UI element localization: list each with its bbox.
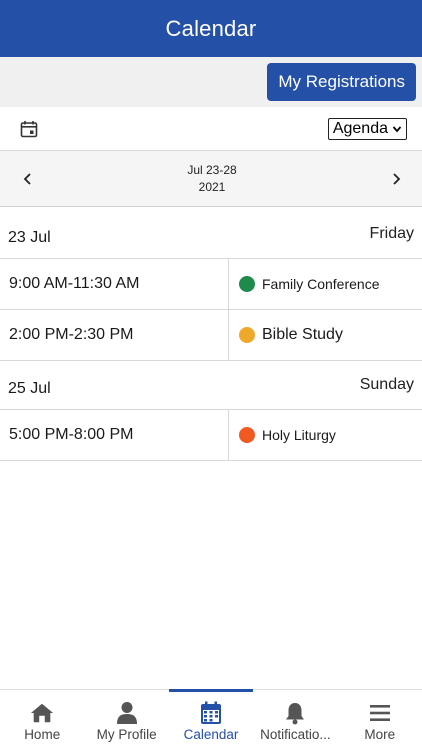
- menu-icon: [368, 701, 392, 725]
- previous-arrow-icon[interactable]: [20, 171, 36, 187]
- page-title: Calendar: [165, 15, 257, 41]
- event-title-cell: Holy Liturgy: [229, 410, 422, 460]
- view-mode-value: Agenda: [332, 119, 388, 137]
- bell-icon: [283, 701, 307, 725]
- tab-label: Calendar: [183, 727, 239, 742]
- event-color-dot: [239, 327, 255, 343]
- tab-home[interactable]: Home: [0, 690, 84, 750]
- chevron-down-icon: [392, 125, 402, 132]
- agenda-date: 25 Jul: [8, 380, 51, 397]
- event-time: 2:00 PM-2:30 PM: [0, 310, 229, 360]
- date-range-label: Jul 23-28 2021: [187, 162, 236, 196]
- agenda-event-row[interactable]: 5:00 PM-8:00 PM Holy Liturgy: [0, 410, 422, 461]
- home-icon: [30, 701, 54, 725]
- event-time: 5:00 PM-8:00 PM: [0, 410, 229, 460]
- event-title-cell: Family Conference: [229, 259, 422, 309]
- event-title: Holy Liturgy: [262, 427, 336, 443]
- tab-more[interactable]: More: [338, 690, 422, 750]
- event-time: 9:00 AM-11:30 AM: [0, 259, 229, 309]
- date-range-days: Jul 23-28: [187, 162, 237, 177]
- date-range-year: 2021: [198, 179, 226, 194]
- bottom-tab-bar: Home My Profile Calendar Notificatio... …: [0, 689, 422, 750]
- calendar-toolbar: Agenda: [0, 107, 422, 151]
- agenda-day-header: 23 Jul Friday: [0, 210, 422, 259]
- agenda-day-header: 25 Jul Sunday: [0, 361, 422, 410]
- view-mode-select[interactable]: Agenda: [327, 117, 407, 140]
- tab-label: Home: [24, 727, 61, 742]
- tab-calendar[interactable]: Calendar: [168, 689, 254, 750]
- tab-label: More: [364, 727, 396, 742]
- event-title-cell: Bible Study: [229, 310, 422, 360]
- agenda-date: 23 Jul: [8, 229, 51, 246]
- event-title: Family Conference: [262, 276, 380, 292]
- tab-my-profile[interactable]: My Profile: [84, 690, 168, 750]
- event-color-dot: [239, 276, 255, 292]
- agenda-weekday: Sunday: [359, 376, 414, 393]
- date-range-nav: Jul 23-28 2021: [0, 151, 422, 207]
- calendar-icon[interactable]: [19, 119, 39, 139]
- agenda-weekday: Friday: [369, 225, 414, 242]
- tab-label: My Profile: [96, 727, 157, 742]
- app-header: Calendar: [0, 0, 422, 57]
- tab-notifications[interactable]: Notificatio...: [253, 690, 337, 750]
- agenda-event-row[interactable]: 9:00 AM-11:30 AM Family Conference: [0, 259, 422, 310]
- calendar-icon: [199, 701, 223, 725]
- my-registrations-button[interactable]: My Registrations: [267, 63, 416, 101]
- agenda-list: 23 Jul Friday 9:00 AM-11:30 AM Family Co…: [0, 210, 422, 461]
- event-title: Bible Study: [262, 326, 343, 343]
- agenda-event-row[interactable]: 2:00 PM-2:30 PM Bible Study: [0, 310, 422, 361]
- person-icon: [115, 701, 139, 725]
- tab-label: Notificatio...: [260, 727, 331, 742]
- next-arrow-icon[interactable]: [388, 171, 404, 187]
- registrations-bar: My Registrations: [0, 57, 422, 107]
- event-color-dot: [239, 427, 255, 443]
